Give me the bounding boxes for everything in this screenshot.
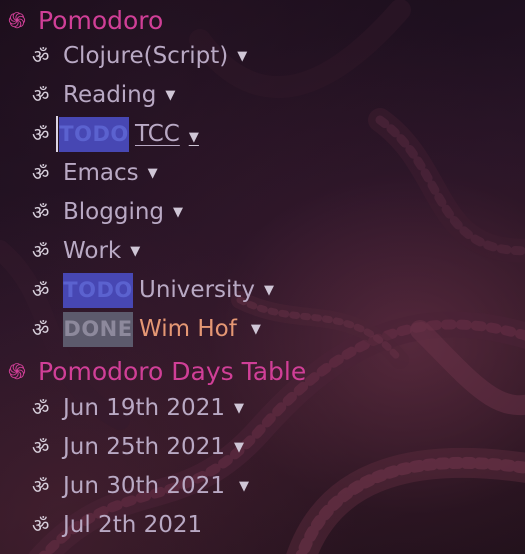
heading-title: Pomodoro — [38, 5, 164, 35]
outline-item-tcc[interactable]: ॐ TODO TCC ▼ — [32, 116, 199, 152]
outline-item-jun-19th-2021[interactable]: ॐ Jun 19th 2021 ▼ — [32, 391, 244, 425]
outline-item-wim-hof[interactable]: ॐ DONE Wim Hof ▼ — [32, 311, 261, 347]
item-title: Jun 25th 2021 — [63, 434, 225, 460]
chevron-down-icon[interactable]: ▼ — [234, 440, 244, 455]
item-title: Blogging — [63, 199, 165, 225]
outline-item-emacs[interactable]: ॐ Emacs ▼ — [32, 156, 158, 190]
item-title: University — [139, 277, 256, 303]
item-title: Clojure(Script) — [63, 43, 229, 69]
chevron-down-icon[interactable]: ▼ — [165, 88, 175, 103]
om-icon: ॐ — [32, 46, 50, 68]
om-icon: ॐ — [32, 437, 50, 459]
outline-item-jun-25th-2021[interactable]: ॐ Jun 25th 2021 ▼ — [32, 430, 244, 464]
om-icon: ॐ — [32, 202, 50, 224]
outline-item-jun-30th-2021[interactable]: ॐ Jun 30th 2021 ▼ — [32, 469, 249, 503]
item-title: Emacs — [63, 160, 139, 186]
om-icon: ॐ — [32, 163, 50, 185]
heading-pomodoro-days-table[interactable]: ֍ Pomodoro Days Table — [8, 354, 306, 388]
text-cursor — [56, 116, 58, 152]
outline-item-blogging[interactable]: ॐ Blogging ▼ — [32, 195, 183, 229]
om-icon: ॐ — [32, 241, 50, 263]
chevron-down-icon[interactable]: ▼ — [251, 322, 261, 337]
outline-item-jul-2th-2021[interactable]: ॐ Jul 2th 2021 — [32, 508, 202, 542]
spiral-icon: ֍ — [8, 8, 26, 34]
item-title-link[interactable]: TCC ▼ — [135, 121, 199, 147]
todo-keyword[interactable]: TODO — [63, 272, 133, 308]
heading-title: Pomodoro Days Table — [38, 356, 307, 386]
spiral-icon: ֍ — [8, 359, 26, 385]
om-icon: ॐ — [32, 476, 50, 498]
chevron-down-icon[interactable]: ▼ — [130, 244, 140, 259]
chevron-down-icon[interactable]: ▼ — [239, 479, 249, 494]
outline-item-clojurescript[interactable]: ॐ Clojure(Script) ▼ — [32, 39, 247, 73]
om-icon: ॐ — [32, 319, 50, 341]
chevron-down-icon[interactable]: ▼ — [234, 401, 244, 416]
item-title: Jul 2th 2021 — [63, 512, 203, 538]
org-outline: ֍ Pomodoro ॐ Clojure(Script) ▼ ॐ Reading… — [0, 0, 525, 554]
chevron-down-icon[interactable]: ▼ — [189, 130, 199, 145]
om-icon: ॐ — [32, 124, 50, 146]
chevron-down-icon[interactable]: ▼ — [173, 205, 183, 220]
om-icon: ॐ — [32, 280, 50, 302]
chevron-down-icon[interactable]: ▼ — [148, 166, 158, 181]
heading-pomodoro[interactable]: ֍ Pomodoro — [8, 3, 163, 37]
item-title: TCC — [135, 121, 180, 147]
item-title: Work — [63, 238, 122, 264]
chevron-down-icon[interactable]: ▼ — [264, 283, 274, 298]
om-icon: ॐ — [32, 515, 50, 537]
om-icon: ॐ — [32, 85, 50, 107]
chevron-down-icon[interactable]: ▼ — [237, 49, 247, 64]
item-title: Reading — [63, 82, 157, 108]
done-keyword[interactable]: DONE — [63, 311, 133, 347]
todo-keyword[interactable]: TODO — [59, 116, 129, 152]
item-title: Jun 30th 2021 — [63, 473, 225, 499]
item-title: Wim Hof — [139, 316, 237, 342]
outline-item-university[interactable]: ॐ TODO University ▼ — [32, 272, 274, 308]
om-icon: ॐ — [32, 398, 50, 420]
outline-item-work[interactable]: ॐ Work ▼ — [32, 234, 140, 268]
outline-item-reading[interactable]: ॐ Reading ▼ — [32, 78, 175, 112]
item-title: Jun 19th 2021 — [63, 395, 225, 421]
